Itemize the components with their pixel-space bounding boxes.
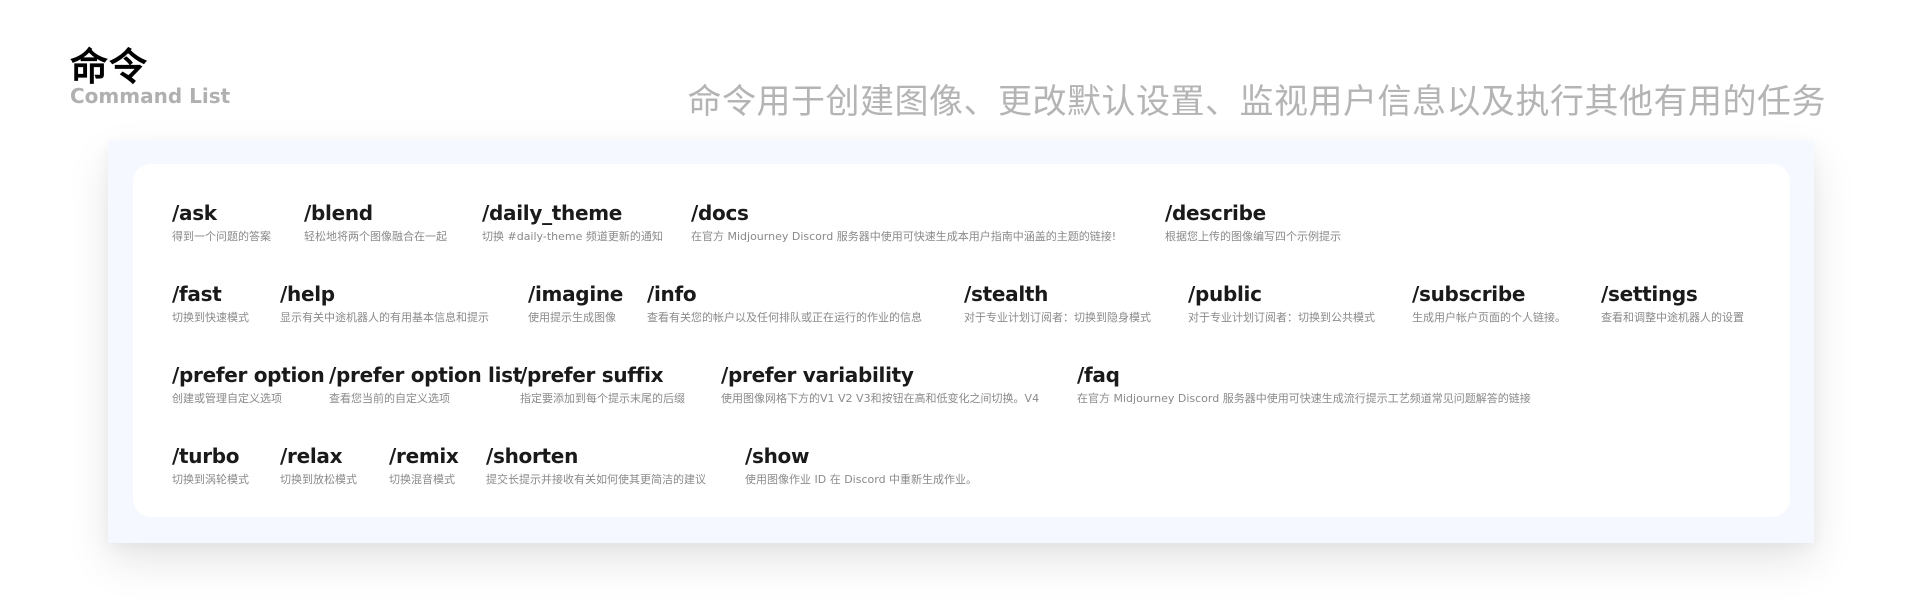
command-item[interactable]: /show 使用图像作业 ID 在 Discord 中重新生成作业。 bbox=[745, 444, 977, 487]
command-item[interactable]: /imagine 使用提示生成图像 bbox=[528, 282, 623, 325]
command-row: /ask 得到一个问题的答案 /blend 轻松地将两个图像融合在一起 /dai… bbox=[133, 201, 1790, 261]
command-name: /info bbox=[647, 282, 697, 306]
command-item[interactable]: /subscribe 生成用户帐户页面的个人链接。 bbox=[1412, 282, 1566, 325]
command-name: /stealth bbox=[964, 282, 1049, 306]
command-row: /fast 切换到快速模式 /help 显示有关中途机器人的有用基本信息和提示 … bbox=[133, 282, 1790, 342]
command-description: 根据您上传的图像编写四个示例提示 bbox=[1165, 230, 1341, 243]
command-name: /prefer suffix bbox=[520, 363, 664, 387]
page-title: 命令 bbox=[70, 45, 149, 89]
command-description: 切换到涡轮模式 bbox=[172, 473, 249, 486]
command-item[interactable]: /blend 轻松地将两个图像融合在一起 bbox=[304, 201, 447, 244]
command-name: /faq bbox=[1077, 363, 1120, 387]
command-name: /remix bbox=[389, 444, 459, 468]
command-description: 指定要添加到每个提示末尾的后缀 bbox=[520, 392, 685, 405]
command-item[interactable]: /faq 在官方 Midjourney Discord 服务器中使用可快速生成流… bbox=[1077, 363, 1531, 406]
command-name: /settings bbox=[1601, 282, 1698, 306]
command-description: 查看和调整中途机器人的设置 bbox=[1601, 311, 1744, 324]
command-item[interactable]: /prefer option 创建或管理自定义选项 bbox=[172, 363, 325, 406]
command-list-card: /ask 得到一个问题的答案 /blend 轻松地将两个图像融合在一起 /dai… bbox=[133, 164, 1790, 517]
command-item[interactable]: /fast 切换到快速模式 bbox=[172, 282, 249, 325]
command-item[interactable]: /shorten 提交长提示并接收有关如何使其更简洁的建议 bbox=[486, 444, 706, 487]
command-description: 切换到放松模式 bbox=[280, 473, 357, 486]
command-item[interactable]: /turbo 切换到涡轮模式 bbox=[172, 444, 249, 487]
command-name: /blend bbox=[304, 201, 373, 225]
command-description: 切换 #daily-theme 频道更新的通知 bbox=[482, 230, 663, 243]
command-name: /prefer option bbox=[172, 363, 325, 387]
command-name: /fast bbox=[172, 282, 222, 306]
page-description: 命令用于创建图像、更改默认设置、监视用户信息以及执行其他有用的任务 bbox=[687, 82, 1826, 122]
command-item[interactable]: /docs 在官方 Midjourney Discord 服务器中使用可快速生成… bbox=[691, 201, 1116, 244]
command-description: 切换到快速模式 bbox=[172, 311, 249, 324]
command-name: /describe bbox=[1165, 201, 1266, 225]
command-row: /prefer option 创建或管理自定义选项 /prefer option… bbox=[133, 363, 1790, 423]
command-name: /public bbox=[1188, 282, 1262, 306]
command-description: 对于专业计划订阅者：切换到隐身模式 bbox=[964, 311, 1151, 324]
command-description: 切换混音模式 bbox=[389, 473, 455, 486]
command-description: 生成用户帐户页面的个人链接。 bbox=[1412, 311, 1566, 324]
command-panel: /ask 得到一个问题的答案 /blend 轻松地将两个图像融合在一起 /dai… bbox=[108, 141, 1814, 543]
command-description: 在官方 Midjourney Discord 服务器中使用可快速生成本用户指南中… bbox=[691, 230, 1117, 243]
command-row: /turbo 切换到涡轮模式 /relax 切换到放松模式 /remix 切换混… bbox=[133, 444, 1790, 504]
command-description: 查看您当前的自定义选项 bbox=[329, 392, 450, 405]
command-item[interactable]: /describe 根据您上传的图像编写四个示例提示 bbox=[1165, 201, 1341, 244]
command-name: /subscribe bbox=[1412, 282, 1526, 306]
command-item[interactable]: /help 显示有关中途机器人的有用基本信息和提示 bbox=[280, 282, 489, 325]
command-name: /daily_theme bbox=[482, 201, 623, 225]
command-name: /help bbox=[280, 282, 335, 306]
command-name: /turbo bbox=[172, 444, 240, 468]
command-description: 使用提示生成图像 bbox=[528, 311, 616, 324]
command-description: 创建或管理自定义选项 bbox=[172, 392, 282, 405]
command-item[interactable]: /ask 得到一个问题的答案 bbox=[172, 201, 271, 244]
command-name: /relax bbox=[280, 444, 343, 468]
command-item[interactable]: /prefer suffix 指定要添加到每个提示末尾的后缀 bbox=[520, 363, 685, 406]
command-item[interactable]: /stealth 对于专业计划订阅者：切换到隐身模式 bbox=[964, 282, 1151, 325]
command-item[interactable]: /daily_theme 切换 #daily-theme 频道更新的通知 bbox=[482, 201, 663, 244]
command-name: /imagine bbox=[528, 282, 624, 306]
command-item[interactable]: /info 查看有关您的帐户以及任何排队或正在运行的作业的信息 bbox=[647, 282, 922, 325]
command-description: 在官方 Midjourney Discord 服务器中使用可快速生成流行提示工艺… bbox=[1077, 392, 1531, 405]
command-name: /prefer option list bbox=[329, 363, 523, 387]
command-name: /docs bbox=[691, 201, 749, 225]
command-description: 显示有关中途机器人的有用基本信息和提示 bbox=[280, 311, 489, 324]
command-name: /shorten bbox=[486, 444, 579, 468]
command-item[interactable]: /public 对于专业计划订阅者：切换到公共模式 bbox=[1188, 282, 1375, 325]
command-description: 使用图像作业 ID 在 Discord 中重新生成作业。 bbox=[745, 473, 978, 486]
command-item[interactable]: /prefer option list 查看您当前的自定义选项 bbox=[329, 363, 522, 406]
command-item[interactable]: /prefer variability 使用图像网格下方的V1 V2 V3和按钮… bbox=[721, 363, 1039, 406]
page-subtitle: Command List bbox=[70, 84, 231, 108]
command-name: /prefer variability bbox=[721, 363, 914, 387]
command-description: 提交长提示并接收有关如何使其更简洁的建议 bbox=[486, 473, 706, 486]
command-description: 得到一个问题的答案 bbox=[172, 230, 271, 243]
command-description: 查看有关您的帐户以及任何排队或正在运行的作业的信息 bbox=[647, 311, 922, 324]
command-item[interactable]: /relax 切换到放松模式 bbox=[280, 444, 357, 487]
command-description: 轻松地将两个图像融合在一起 bbox=[304, 230, 447, 243]
command-name: /ask bbox=[172, 201, 217, 225]
command-item[interactable]: /settings 查看和调整中途机器人的设置 bbox=[1601, 282, 1744, 325]
command-name: /show bbox=[745, 444, 810, 468]
command-description: 使用图像网格下方的V1 V2 V3和按钮在高和低变化之间切换。V4 bbox=[721, 392, 1040, 405]
command-description: 对于专业计划订阅者：切换到公共模式 bbox=[1188, 311, 1375, 324]
command-item[interactable]: /remix 切换混音模式 bbox=[389, 444, 459, 487]
